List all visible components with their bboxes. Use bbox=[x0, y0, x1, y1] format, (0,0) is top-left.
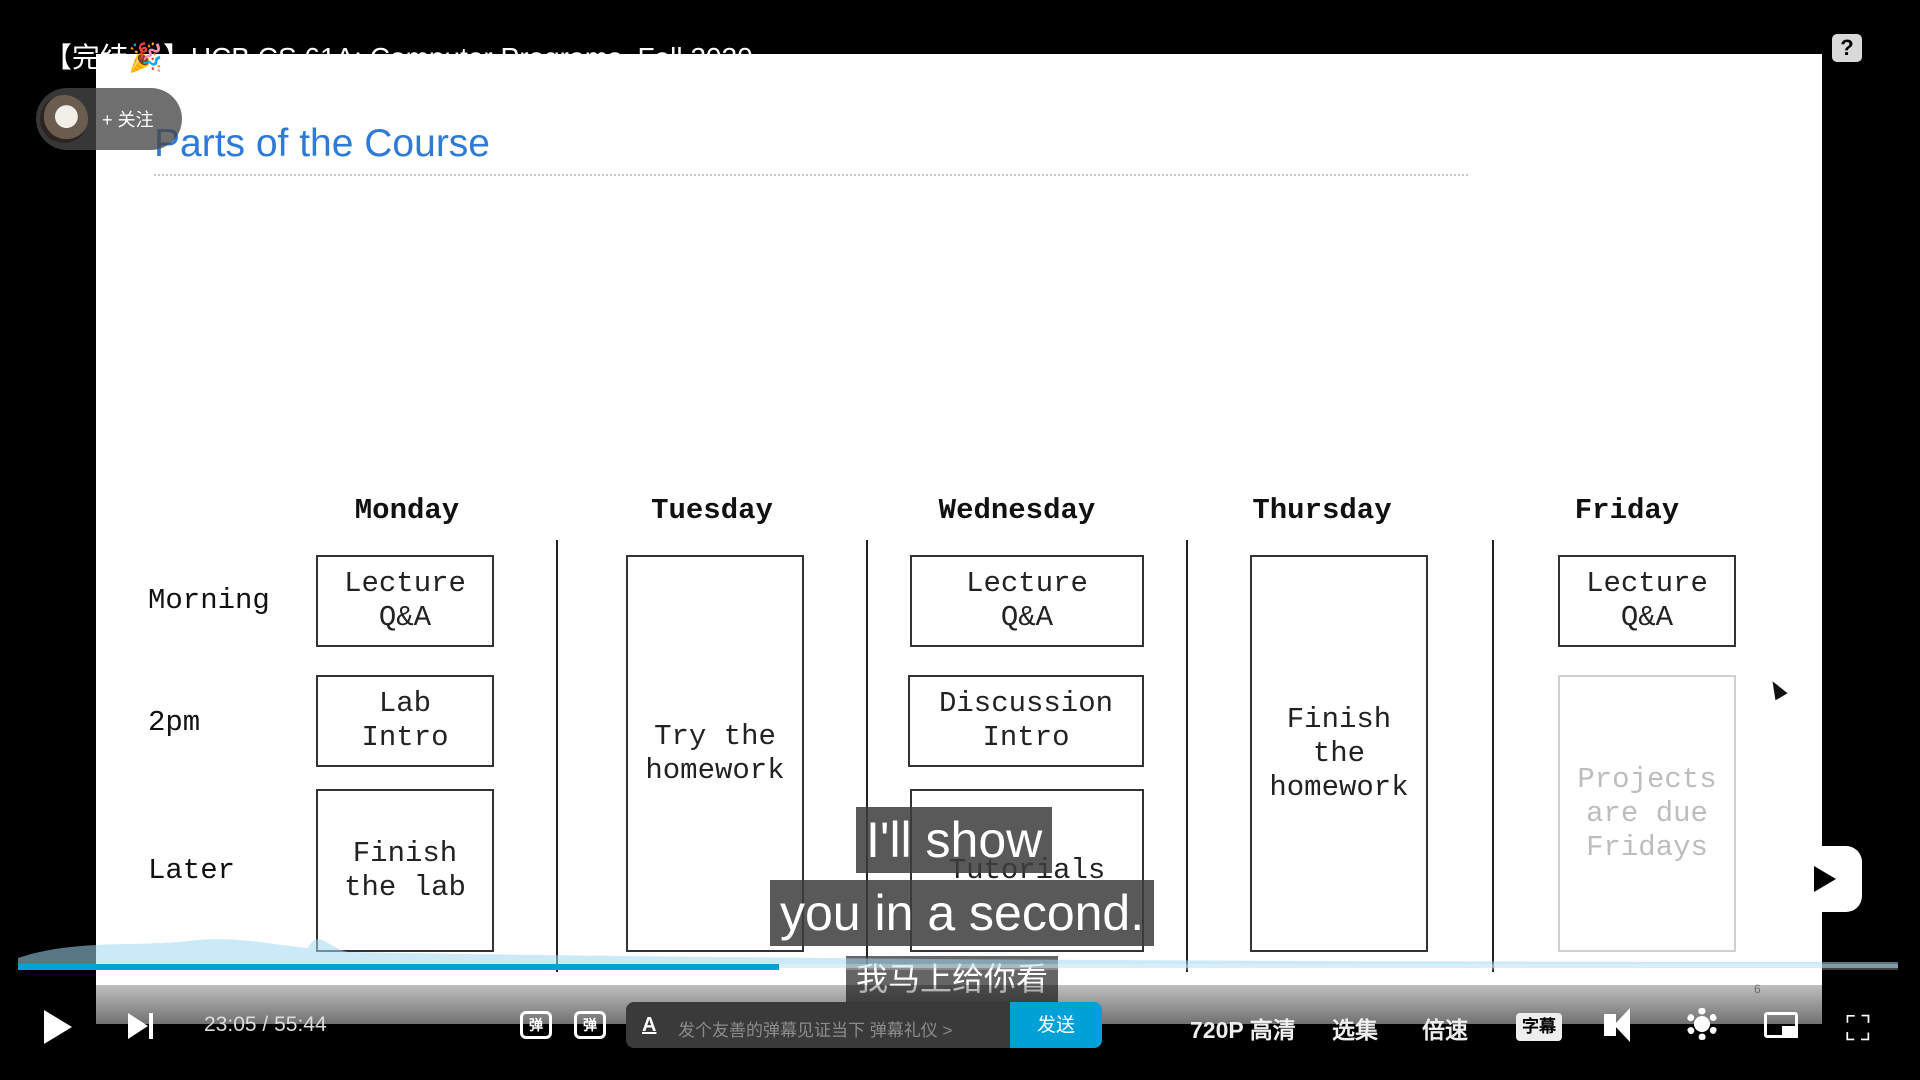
day-tuesday: Tuesday bbox=[651, 494, 773, 527]
next-episode-bar[interactable] bbox=[149, 1013, 153, 1039]
video-title[interactable]: 【完结🎉】UCB CS 61A: Computer Programs, Fall… bbox=[44, 36, 753, 76]
time-separator: / bbox=[262, 1013, 269, 1036]
cell-fri-morning: Lecture Q&A bbox=[1558, 555, 1736, 647]
danmaku-settings-icon[interactable]: 弹 bbox=[574, 1011, 606, 1039]
office-hours-close-paren: ) bbox=[1273, 363, 1285, 400]
picture-in-picture-inner[interactable] bbox=[1782, 1026, 1798, 1038]
discussion-emphasis: this week bbox=[1175, 310, 1314, 347]
discussion-text: The most important part of this course ( bbox=[591, 310, 1176, 347]
column-divider bbox=[1492, 540, 1494, 972]
cell-wed-2pm: Discussion Intro bbox=[908, 675, 1144, 767]
lab-close-paren: ) bbox=[1060, 257, 1072, 294]
row-2pm: 2pm bbox=[148, 706, 201, 739]
lab-text: The most important part of this course ( bbox=[327, 257, 913, 294]
danmaku-placeholder: 发个友善的弹幕见证当下 弹幕礼仪 > bbox=[678, 1021, 953, 1040]
cell-wed-morning: Lecture Q&A bbox=[910, 555, 1144, 647]
cell-thu: Finish the homework bbox=[1250, 555, 1428, 952]
lecture-line: Lecture: Videos posted to cs61a.org Sund… bbox=[258, 204, 1359, 242]
quality-selector[interactable]: 720P 高清 bbox=[1190, 1011, 1296, 1045]
lecture-text: Videos posted to bbox=[388, 204, 652, 241]
day-monday: Monday bbox=[354, 494, 460, 527]
day-wednesday: Wednesday bbox=[938, 494, 1096, 527]
danmaku-toggle-icon[interactable]: 弹 bbox=[520, 1011, 552, 1039]
day-thursday: Thursday bbox=[1252, 494, 1392, 527]
lab-emphasis: next week bbox=[912, 257, 1061, 294]
office-hours-line: Staff office hours: The most important p… bbox=[258, 363, 1284, 401]
heat-waveform bbox=[18, 939, 1898, 968]
play-icon[interactable] bbox=[44, 1010, 72, 1044]
danmaku-style-icon[interactable]: A bbox=[642, 1014, 656, 1037]
textbook-link: http://composingprograms.com bbox=[527, 416, 981, 453]
uploader-avatar[interactable] bbox=[40, 95, 88, 143]
discussion-line: Discussion/Tutorials: The most important… bbox=[258, 310, 1324, 348]
side-play-icon[interactable] bbox=[1782, 846, 1862, 912]
row-morning: Morning bbox=[148, 584, 270, 617]
cs61a-link: cs61a.org bbox=[651, 204, 797, 241]
lab-label: Lab: bbox=[258, 257, 328, 294]
progress-fill[interactable] bbox=[18, 964, 780, 970]
cell-mon-morning: Lecture Q&A bbox=[316, 555, 494, 647]
subtitle-en-line1: I'll show bbox=[856, 807, 1053, 873]
fullscreen-icon[interactable]: ⛶ bbox=[1846, 1010, 1870, 1049]
column-divider bbox=[556, 540, 558, 972]
help-icon[interactable]: ? bbox=[1832, 34, 1862, 62]
send-danmaku-button[interactable]: 发送 bbox=[1010, 1002, 1102, 1048]
episodes-button[interactable]: 选集 bbox=[1332, 1011, 1378, 1045]
next-episode-icon[interactable] bbox=[128, 1013, 148, 1039]
speed-button[interactable]: 倍速 bbox=[1422, 1011, 1468, 1045]
slide-title: Parts of the Course bbox=[154, 122, 490, 165]
follow-button[interactable]: + 关注 bbox=[102, 106, 154, 132]
discussion-label: Discussion/Tutorials: bbox=[258, 310, 592, 347]
office-hours-text: The most important part of this course ( bbox=[540, 363, 1125, 400]
textbook-line: Online textbook: http://composingprogram… bbox=[258, 416, 981, 454]
textbook-space bbox=[518, 416, 527, 453]
time-display: 23:05 / 55:44 bbox=[204, 1013, 327, 1037]
volume-icon-cone[interactable] bbox=[1614, 1008, 1630, 1042]
day-friday: Friday bbox=[1574, 494, 1680, 527]
office-hours-emphasis: next week bbox=[1124, 363, 1274, 400]
settings-gear-core[interactable] bbox=[1694, 1016, 1710, 1032]
slide-title-divider bbox=[154, 174, 1468, 176]
textbook-label: Online textbook: bbox=[258, 416, 519, 453]
lecture-schedule-text: Sunday, Tuesday, & Thursday @ 5pm bbox=[796, 204, 1359, 241]
lecture-label: Lecture: bbox=[258, 204, 389, 241]
subtitle-button[interactable]: 字幕 bbox=[1516, 1013, 1562, 1041]
row-later: Later bbox=[148, 854, 236, 887]
discussion-close-paren: ) bbox=[1313, 310, 1325, 347]
lab-line: Lab: The most important part of this cou… bbox=[258, 257, 1072, 295]
time-total: 55:44 bbox=[274, 1013, 327, 1036]
column-divider bbox=[1186, 540, 1188, 972]
office-hours-label: Staff office hours: bbox=[258, 363, 541, 400]
time-current: 23:05 bbox=[204, 1013, 257, 1036]
cell-fri-projects: Projects are due Fridays bbox=[1558, 675, 1736, 952]
cell-mon-2pm: Lab Intro bbox=[316, 675, 494, 767]
